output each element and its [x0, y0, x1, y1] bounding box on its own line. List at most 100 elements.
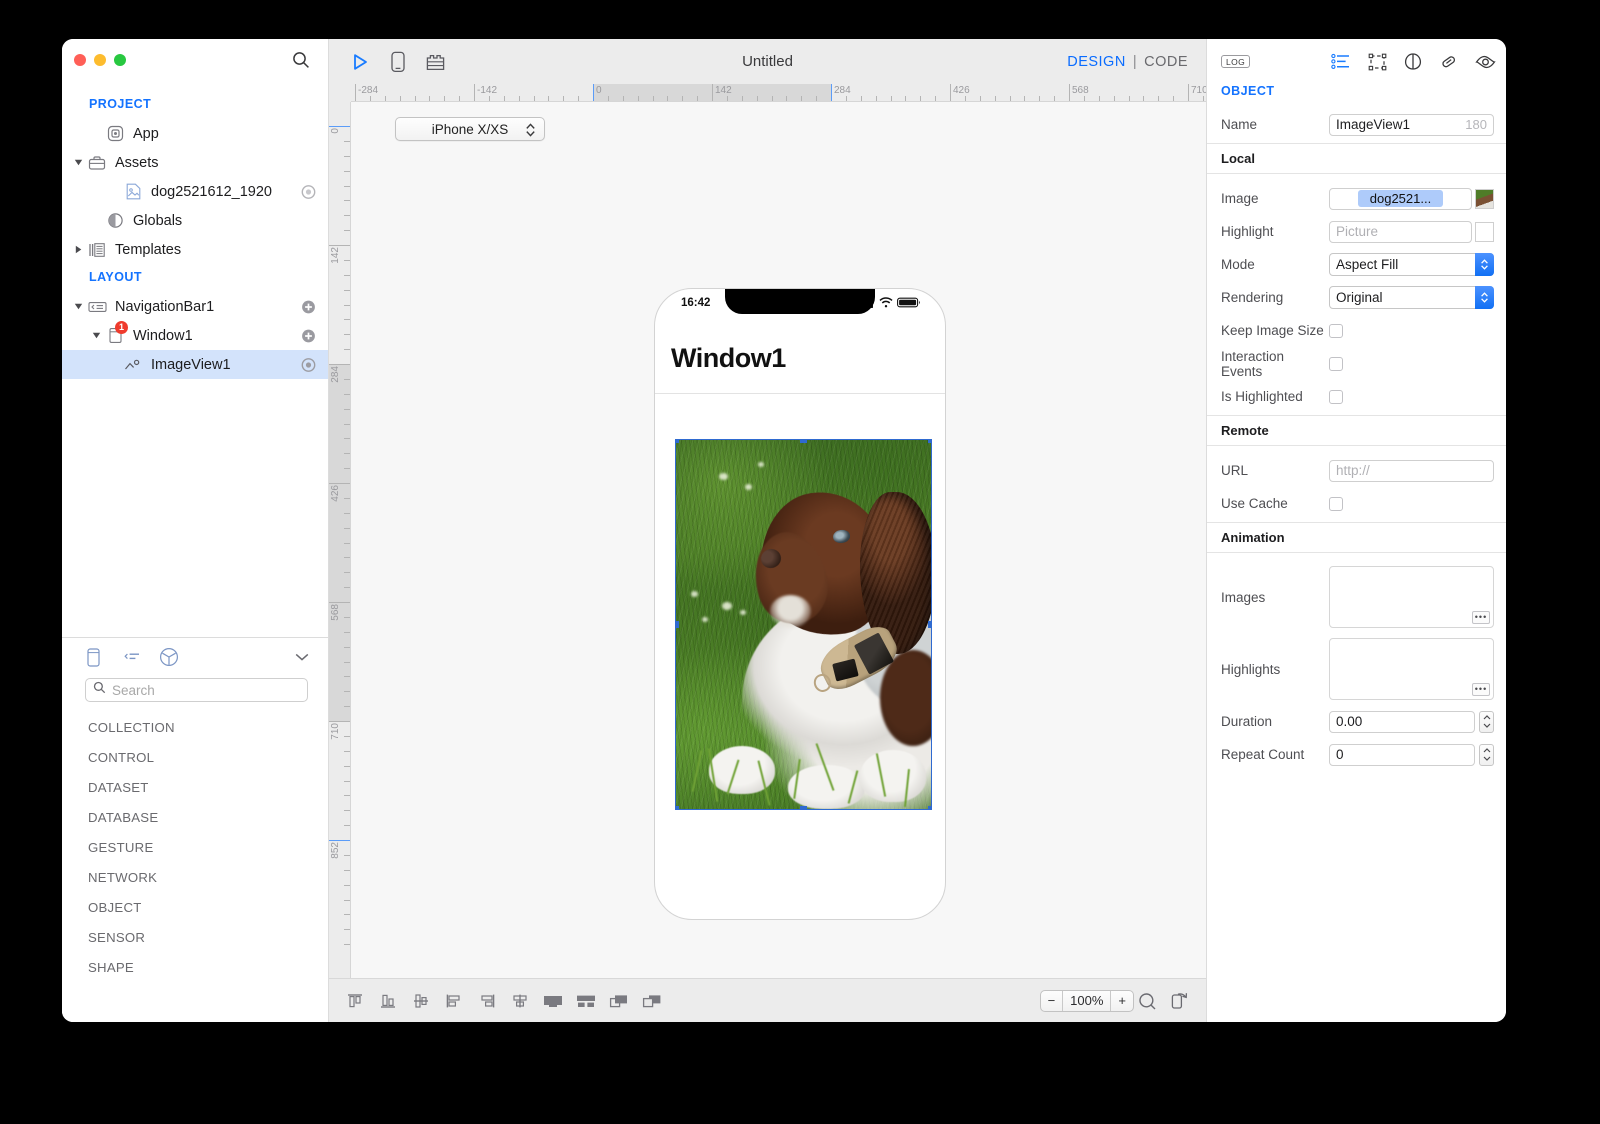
tab-code[interactable]: CODE [1144, 54, 1188, 70]
imageview-canvas-element[interactable] [675, 439, 932, 810]
list-icon[interactable] [120, 646, 142, 668]
resize-handle-bottom-left[interactable] [676, 806, 679, 809]
design-canvas[interactable]: iPhone X/XS 16:42 Window1 [351, 102, 1206, 978]
horizontal-ruler[interactable]: -284 -142 0 142 284 426 568 710 [351, 84, 1206, 102]
tree-item-dog-asset[interactable]: dog2521612_1920 [62, 177, 328, 206]
highlights-list-box[interactable]: ••• [1329, 638, 1494, 700]
resize-handle-top-center[interactable] [799, 440, 807, 443]
image-field[interactable]: dog2521... [1329, 187, 1472, 210]
align-top-icon[interactable] [343, 990, 367, 1012]
duration-stepper-buttons[interactable] [1479, 710, 1494, 733]
distribute-horizontal-icon[interactable] [574, 990, 598, 1012]
resize-handle-bottom-center[interactable] [799, 806, 807, 809]
zoom-out-button[interactable]: − [1041, 991, 1063, 1011]
tree-item-window1[interactable]: 1 Window1 [62, 320, 328, 350]
align-horizontal-center-icon[interactable] [508, 990, 532, 1012]
tree-item-imageview1[interactable]: ImageView1 [62, 350, 328, 379]
maximize-button[interactable] [114, 54, 126, 66]
close-button[interactable] [74, 54, 86, 66]
align-right-icon[interactable] [475, 990, 499, 1012]
play-icon[interactable] [347, 50, 373, 74]
minimize-button[interactable] [94, 54, 106, 66]
list-properties-icon[interactable] [1330, 52, 1352, 72]
plus-icon[interactable] [301, 299, 316, 314]
send-backward-icon[interactable] [640, 990, 664, 1012]
library-icon[interactable] [423, 50, 449, 74]
canvas-guide-vertical[interactable] [593, 84, 594, 101]
library-category-sensor[interactable]: SENSOR [88, 922, 328, 952]
library-category-database[interactable]: DATABASE [88, 802, 328, 832]
tree-item-navigationbar1[interactable]: NavigationBar1 [62, 292, 328, 321]
tree-item-templates[interactable]: Templates [62, 235, 328, 264]
repeat-count-stepper-buttons[interactable] [1479, 743, 1494, 766]
chevron-down-icon[interactable] [294, 650, 310, 664]
is-highlighted-checkbox[interactable] [1329, 389, 1343, 404]
image-thumbnail[interactable] [1475, 188, 1494, 209]
tree-item-assets[interactable]: Assets [62, 148, 328, 177]
use-cache-checkbox[interactable] [1329, 496, 1343, 511]
align-bottom-icon[interactable] [376, 990, 400, 1012]
repeat-count-input[interactable]: 0 [1329, 743, 1475, 766]
target-icon[interactable] [301, 184, 316, 199]
library-search-box[interactable] [85, 678, 308, 702]
resize-handle-middle-left[interactable] [676, 620, 679, 628]
device-selector[interactable]: iPhone X/XS [395, 117, 545, 141]
twisty-open-icon[interactable] [88, 321, 104, 350]
name-input[interactable]: ImageView1 180 [1329, 113, 1494, 136]
tree-item-globals[interactable]: Globals [62, 206, 328, 235]
zoom-in-button[interactable]: + [1111, 991, 1133, 1011]
link-icon[interactable] [1438, 52, 1460, 72]
rendering-select[interactable]: Original [1329, 286, 1494, 309]
plus-icon[interactable] [301, 328, 316, 343]
target-icon[interactable] [301, 357, 316, 372]
canvas-guide-horizontal[interactable] [329, 126, 350, 127]
twisty-open-icon[interactable] [70, 148, 86, 177]
library-category-shape[interactable]: SHAPE [88, 952, 328, 982]
cube-icon[interactable] [158, 646, 180, 668]
resize-handle-top-left[interactable] [676, 440, 679, 443]
zoom-loupe-icon[interactable] [1136, 991, 1158, 1011]
fill-container-icon[interactable] [541, 990, 565, 1012]
images-ellipsis-button[interactable]: ••• [1472, 611, 1490, 624]
interaction-events-checkbox[interactable] [1329, 356, 1343, 371]
row-repeat-count: Repeat Count 0 [1207, 738, 1506, 771]
images-list-box[interactable]: ••• [1329, 566, 1494, 628]
twisty-closed-icon[interactable] [70, 235, 86, 264]
library-category-object[interactable]: OBJECT [88, 892, 328, 922]
library-category-collection[interactable]: COLLECTION [88, 712, 328, 742]
library-category-control[interactable]: CONTROL [88, 742, 328, 772]
log-button[interactable]: LOG [1221, 54, 1251, 69]
search-input[interactable] [112, 682, 300, 698]
library-category-dataset[interactable]: DATASET [88, 772, 328, 802]
device-icon[interactable] [385, 50, 411, 74]
resize-handle-top-right[interactable] [928, 440, 931, 443]
tab-design[interactable]: DESIGN [1067, 54, 1126, 70]
appearance-icon[interactable] [1402, 52, 1424, 72]
align-vertical-center-icon[interactable] [409, 990, 433, 1012]
bounds-icon[interactable] [1366, 52, 1388, 72]
field-label: Highlights [1221, 661, 1281, 677]
device-rotate-icon[interactable] [1168, 991, 1190, 1011]
align-left-icon[interactable] [442, 990, 466, 1012]
highlight-thumbnail[interactable] [1475, 221, 1494, 242]
vertical-ruler[interactable]: 0 142 284 426 568 710 852 [329, 102, 351, 978]
keep-image-size-checkbox[interactable] [1329, 323, 1343, 338]
canvas-guide-horizontal[interactable] [329, 840, 350, 841]
library-category-network[interactable]: NETWORK [88, 862, 328, 892]
highlights-ellipsis-button[interactable]: ••• [1472, 683, 1490, 696]
mode-select[interactable]: Aspect Fill [1329, 253, 1494, 276]
duration-input[interactable]: 0.00 [1329, 710, 1475, 733]
resize-handle-middle-right[interactable] [928, 620, 931, 628]
bring-forward-icon[interactable] [607, 990, 631, 1012]
highlight-field[interactable]: Picture [1329, 220, 1472, 243]
url-field[interactable]: http:// [1329, 459, 1494, 482]
tree-item-app[interactable]: App [62, 119, 328, 148]
resize-handle-bottom-right[interactable] [928, 806, 931, 809]
preview-icon[interactable] [1474, 52, 1496, 72]
ruler-minor-tick [344, 587, 350, 589]
twisty-open-icon[interactable] [70, 292, 86, 321]
canvas-guide-vertical[interactable] [831, 84, 832, 101]
library-category-gesture[interactable]: GESTURE [88, 832, 328, 862]
search-icon[interactable] [291, 50, 311, 70]
panel-icon[interactable] [82, 646, 104, 668]
